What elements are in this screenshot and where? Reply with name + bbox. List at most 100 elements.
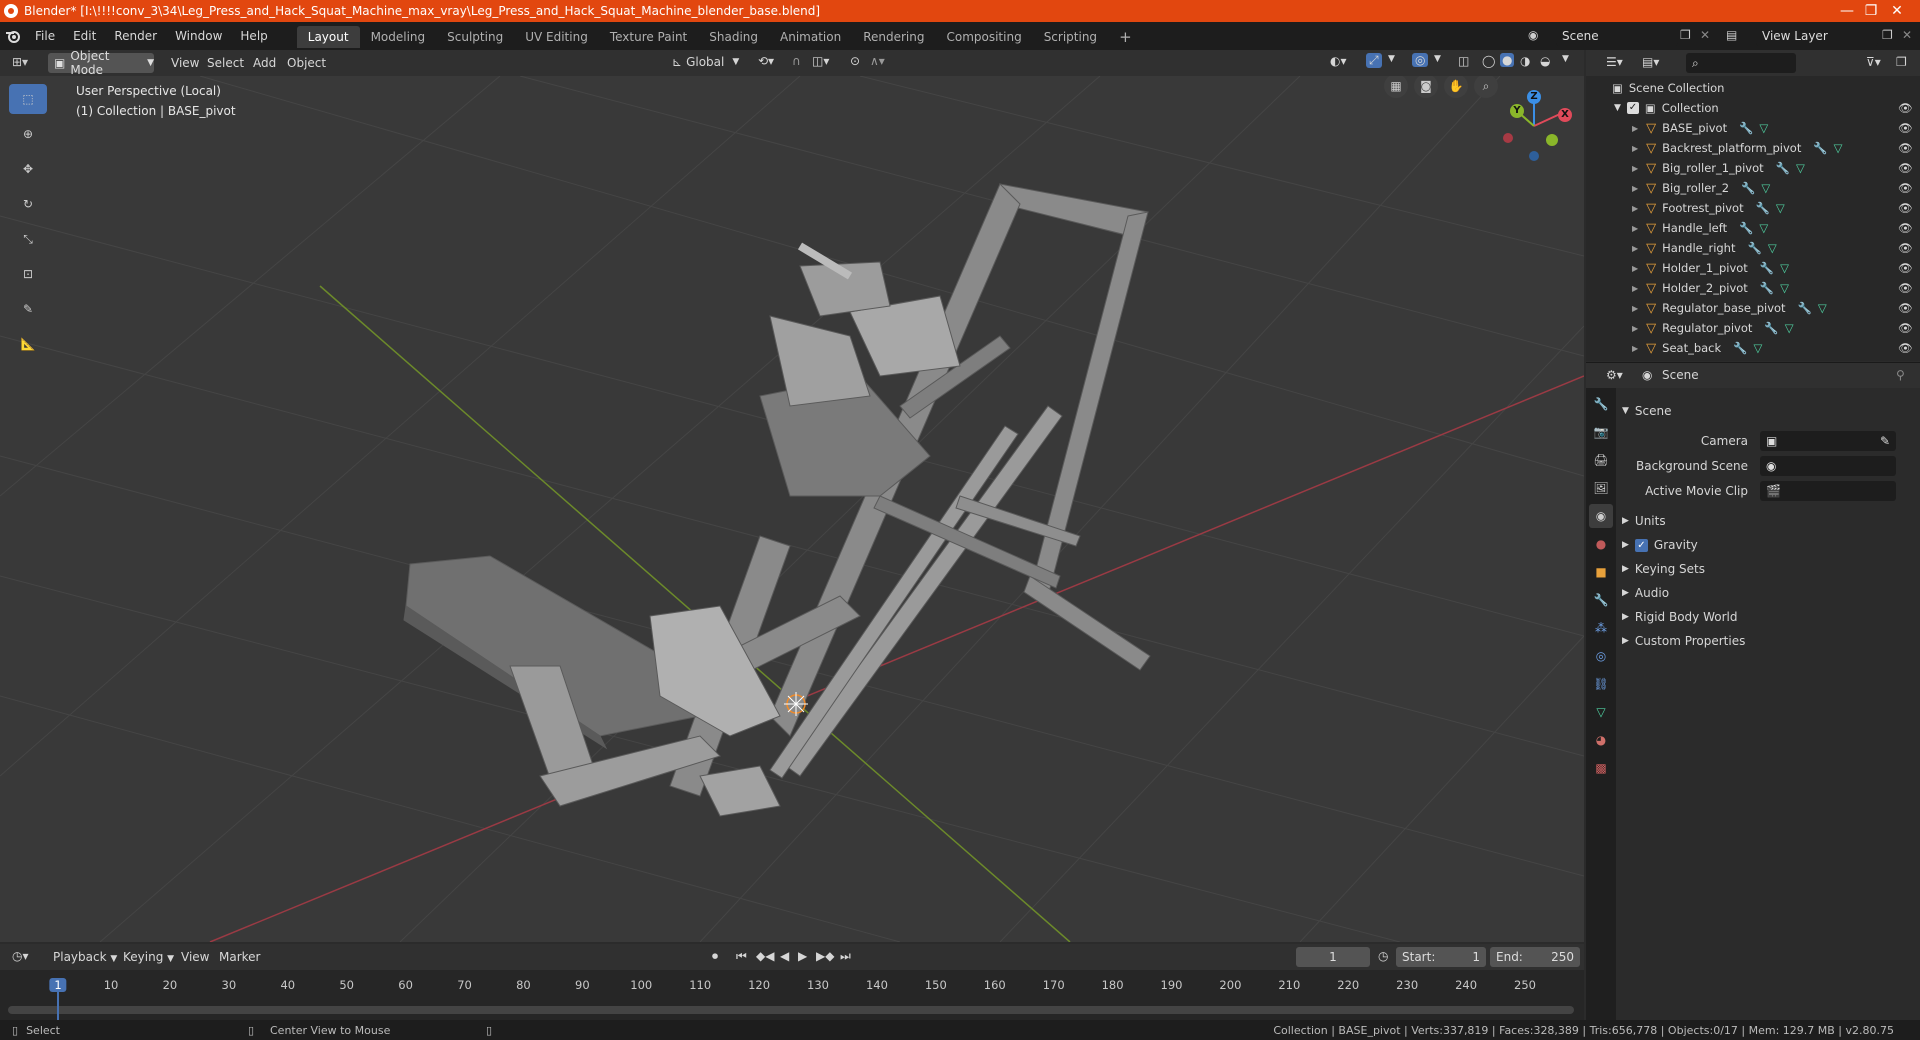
outliner-search-input[interactable]: ⌕ — [1686, 53, 1796, 73]
outliner-item[interactable]: ▶ ▽ Holder_1_pivot 🔧 ▽ 👁 — [1586, 258, 1920, 278]
expand-arrow-icon[interactable]: ▶ — [1632, 164, 1638, 173]
object-visibility-icon[interactable]: ◐▾ — [1330, 54, 1347, 68]
visibility-eye-icon[interactable]: 👁 — [1898, 221, 1913, 235]
expand-arrow-icon[interactable]: ▶ — [1632, 244, 1638, 253]
mode-selector[interactable]: ▣ Object Mode ▼ — [48, 49, 154, 77]
blender-menu-icon[interactable] — [0, 22, 26, 50]
gizmo-x-axis[interactable]: X — [1558, 108, 1572, 122]
tab-world[interactable]: ● — [1589, 532, 1613, 556]
expand-arrow-icon[interactable]: ▶ — [1632, 284, 1638, 293]
mesh-data-icon[interactable]: ▽ — [1785, 321, 1794, 335]
expand-arrow-icon[interactable]: ▶ — [1632, 324, 1638, 333]
wrench-icon[interactable]: 🔧 — [1733, 341, 1747, 355]
filter-icon[interactable]: ⊽▾ — [1866, 55, 1881, 69]
outliner-item[interactable]: ▶ ▽ Backrest_platform_pivot 🔧 ▽ 👁 — [1586, 138, 1920, 158]
overlays-dropdown-icon[interactable]: ▼ — [1434, 54, 1441, 64]
pivot-point-icon[interactable]: ⟲▾ — [758, 54, 774, 68]
end-frame-field[interactable]: End: 250 — [1490, 947, 1580, 967]
outliner-item[interactable]: ▶ ▽ Handle_right 🔧 ▽ 👁 — [1586, 238, 1920, 258]
record-button[interactable]: ⏺ — [712, 949, 718, 964]
shading-wireframe-icon[interactable]: ◯ — [1482, 54, 1495, 68]
view-layer-icon[interactable]: ▤ — [1726, 28, 1737, 42]
outliner-item[interactable]: ▶ ▽ Regulator_pivot 🔧 ▽ 👁 — [1586, 318, 1920, 338]
new-scene-icon[interactable]: ❐ — [1680, 28, 1691, 42]
play-reverse-button[interactable]: ◀ — [780, 949, 789, 963]
cursor-tool[interactable]: ⊕ — [9, 119, 47, 149]
shading-solid-icon[interactable]: ● — [1500, 53, 1515, 67]
menu-window[interactable]: Window — [166, 22, 231, 50]
scale-tool[interactable]: ⤡ — [9, 224, 47, 254]
shading-dropdown-icon[interactable]: ▼ — [1562, 54, 1569, 64]
units-panel[interactable]: ▶ Units — [1622, 510, 1912, 532]
visibility-eye-icon[interactable]: 👁 — [1898, 241, 1913, 255]
audio-panel[interactable]: ▶ Audio — [1622, 582, 1912, 604]
tab-modeling[interactable]: Modeling — [360, 26, 437, 48]
mesh-data-icon[interactable]: ▽ — [1759, 221, 1768, 235]
gizmo-dropdown-icon[interactable]: ▼ — [1388, 54, 1395, 64]
expand-arrow-icon[interactable]: ▶ — [1632, 264, 1638, 273]
menu-help[interactable]: Help — [231, 22, 276, 50]
timeline-menu-marker[interactable]: Marker — [210, 943, 269, 971]
outliner-editor-type-icon[interactable]: ☰▾ — [1606, 55, 1623, 69]
expand-arrow-icon[interactable]: ▼ — [1614, 103, 1621, 113]
tab-physics[interactable]: ◎ — [1589, 644, 1613, 668]
transform-orientation[interactable]: ⊾ Global ▼ — [672, 55, 739, 69]
wrench-icon[interactable]: 🔧 — [1760, 261, 1774, 275]
gizmo-y-axis[interactable]: Y — [1510, 104, 1524, 118]
timeline[interactable]: 1 10 20 30 40 50 60 70 80 90 100 110 120 130 140 150 160… — [0, 970, 1584, 1020]
view-layer-selector[interactable]: View Layer — [1756, 26, 1878, 46]
annotate-tool[interactable]: ✎ — [9, 294, 47, 324]
tab-sculpting[interactable]: Sculpting — [436, 26, 514, 48]
measure-tool[interactable]: 📐 — [9, 329, 47, 359]
collection-checkbox[interactable]: ✓ — [1626, 102, 1639, 114]
jump-keyframe-back-button[interactable]: ◆◀ — [756, 949, 774, 963]
tab-texture-paint[interactable]: Texture Paint — [599, 26, 698, 48]
viewport-menu-object[interactable]: Object — [278, 49, 335, 77]
tab-rendering[interactable]: Rendering — [852, 26, 935, 48]
wrench-icon[interactable]: 🔧 — [1764, 321, 1778, 335]
outliner-item[interactable]: ▶ ▽ BASE_pivot 🔧 ▽ 👁 — [1586, 118, 1920, 138]
visibility-eye-icon[interactable]: 👁 — [1898, 261, 1913, 275]
shading-material-icon[interactable]: ◑ — [1520, 54, 1530, 68]
play-button[interactable]: ▶ — [798, 949, 807, 963]
camera-field[interactable]: ▣ ✎ — [1760, 431, 1896, 451]
wrench-icon[interactable]: 🔧 — [1798, 301, 1812, 315]
tab-compositing[interactable]: Compositing — [935, 26, 1032, 48]
rigid-body-world-panel[interactable]: ▶ Rigid Body World — [1622, 606, 1912, 628]
wrench-icon[interactable]: 🔧 — [1813, 141, 1827, 155]
start-frame-field[interactable]: Start: 1 — [1396, 947, 1486, 967]
shading-rendered-icon[interactable]: ◒ — [1540, 54, 1550, 68]
wrench-icon[interactable]: 🔧 — [1739, 121, 1753, 135]
expand-arrow-icon[interactable]: ▶ — [1632, 224, 1638, 233]
editor-type-icon[interactable]: ⊞▾ — [12, 55, 28, 69]
outliner-item[interactable]: ▶ ▽ Big_roller_1_pivot 🔧 ▽ 👁 — [1586, 158, 1920, 178]
tab-texture[interactable]: ▩ — [1589, 756, 1613, 780]
expand-arrow-icon[interactable]: ▶ — [1632, 344, 1638, 353]
outliner-item[interactable]: ▶ ▽ Handle_left 🔧 ▽ 👁 — [1586, 218, 1920, 238]
scene-icon[interactable]: ◉ — [1528, 28, 1546, 44]
wrench-icon[interactable]: 🔧 — [1741, 181, 1755, 195]
visibility-eye-icon[interactable]: 👁 — [1898, 201, 1913, 215]
visibility-eye-icon[interactable]: 👁 — [1898, 121, 1913, 135]
eyedropper-icon[interactable]: ✎ — [1880, 434, 1890, 448]
expand-arrow-icon[interactable]: ▶ — [1632, 184, 1638, 193]
tab-shading[interactable]: Shading — [698, 26, 769, 48]
display-mode-icon[interactable]: ▤▾ — [1642, 55, 1659, 69]
tab-uv-editing[interactable]: UV Editing — [514, 26, 599, 48]
tab-tool[interactable]: 🔧 — [1589, 392, 1613, 416]
snap-icon[interactable]: ∩ — [792, 54, 801, 68]
proportional-editing-icon[interactable]: ⊙ — [850, 54, 860, 68]
menu-edit[interactable]: Edit — [64, 22, 105, 50]
mesh-data-icon[interactable]: ▽ — [1754, 341, 1763, 355]
xray-toggle-icon[interactable]: ◫ — [1458, 54, 1469, 68]
pin-icon[interactable]: ⚲ — [1896, 368, 1905, 382]
visibility-eye-icon[interactable]: 👁 — [1898, 101, 1913, 115]
wrench-icon[interactable]: 🔧 — [1776, 161, 1790, 175]
outliner-item[interactable]: ▶ ▽ Regulator_base_pivot 🔧 ▽ 👁 — [1586, 298, 1920, 318]
visibility-eye-icon[interactable]: 👁 — [1898, 321, 1913, 335]
outliner-item[interactable]: ▶ ▽ Holder_2_pivot 🔧 ▽ 👁 — [1586, 278, 1920, 298]
tab-scripting[interactable]: Scripting — [1033, 26, 1108, 48]
tab-output[interactable]: 🖨 — [1589, 448, 1613, 472]
tab-layout[interactable]: Layout — [296, 26, 360, 48]
visibility-eye-icon[interactable]: 👁 — [1898, 181, 1913, 195]
